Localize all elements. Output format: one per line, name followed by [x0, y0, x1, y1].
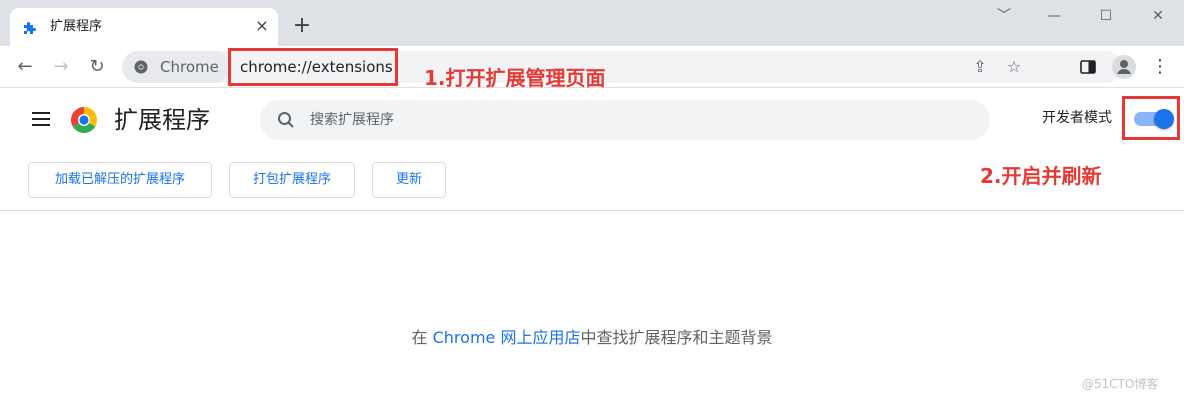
extensions-header: 扩展程序 开发者模式 [0, 88, 1184, 152]
load-unpacked-button[interactable]: 加载已解压的扩展程序 [28, 162, 212, 198]
tab-extensions[interactable]: 扩展程序 × [10, 8, 278, 46]
bookmark-star-icon[interactable]: ☆ [1004, 57, 1024, 77]
divider [0, 210, 1184, 211]
puzzle-icon [24, 22, 36, 34]
search-icon [278, 112, 294, 128]
side-panel-icon[interactable] [1076, 55, 1100, 79]
chrome-icon [134, 60, 148, 74]
omnibox[interactable]: Chrome chrome://extensions ⇪ ☆ [122, 48, 1122, 86]
search-box[interactable] [260, 100, 990, 140]
page-title: 扩展程序 [114, 106, 210, 134]
tab-title: 扩展程序 [50, 19, 103, 34]
back-button[interactable]: ← [12, 54, 38, 80]
profile-avatar[interactable] [1112, 55, 1136, 79]
update-button[interactable]: 更新 [372, 162, 446, 198]
search-input[interactable] [310, 100, 950, 140]
toggle-knob[interactable] [1154, 109, 1174, 129]
reload-button[interactable]: ↻ [84, 54, 110, 80]
menu-icon[interactable]: ⋮ [1148, 55, 1172, 79]
hamburger-menu-icon[interactable] [30, 108, 52, 130]
tab-search-button[interactable]: ﹀ [990, 4, 1018, 28]
site-chip-label: Chrome [160, 58, 219, 76]
site-chip[interactable]: Chrome [122, 51, 230, 83]
maximize-button[interactable]: ☐ [1092, 4, 1120, 28]
watermark: @51CTO博客 [1082, 377, 1159, 391]
web-store-link[interactable]: Chrome 网上应用店 [433, 328, 581, 347]
url-highlight-box [228, 48, 398, 86]
tab-strip: 扩展程序 × + ﹀ — ☐ ✕ [0, 0, 1184, 46]
tab-close-button[interactable]: × [252, 16, 272, 36]
browser-window: 扩展程序 × + ﹀ — ☐ ✕ ← → ↻ Chrome chrome://e… [0, 0, 1184, 402]
minimize-button[interactable]: — [1040, 4, 1068, 28]
empty-prefix: 在 [411, 328, 433, 347]
developer-mode-label: 开发者模式 [1042, 110, 1112, 126]
pack-extension-button[interactable]: 打包扩展程序 [229, 162, 355, 198]
share-icon[interactable]: ⇪ [970, 57, 990, 77]
empty-suffix: 中查找扩展程序和主题背景 [580, 328, 773, 347]
close-window-button[interactable]: ✕ [1144, 4, 1172, 28]
annotation-step2: 2.开启并刷新 [980, 164, 1102, 188]
forward-button[interactable]: → [48, 54, 74, 80]
chrome-logo [70, 107, 98, 134]
new-tab-button[interactable]: + [290, 14, 314, 38]
empty-state-message: 在 Chrome 网上应用店中查找扩展程序和主题背景 [0, 326, 1184, 350]
